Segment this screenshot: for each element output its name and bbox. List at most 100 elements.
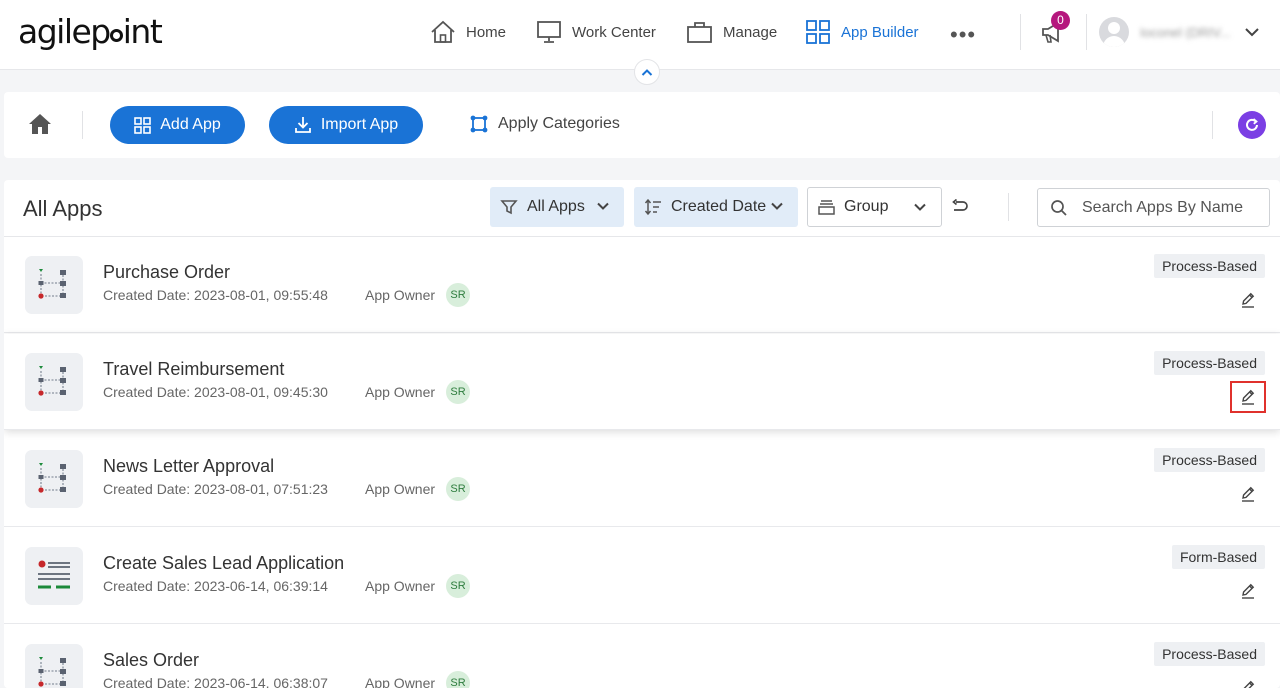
pencil-icon [1242,583,1255,599]
sort-label: Created Date [671,198,767,215]
pencil-icon [1242,486,1255,502]
form-icon [25,547,83,605]
logo-o-icon [109,29,123,42]
download-icon [294,117,311,133]
group-label: Group [844,198,889,215]
app-type-tag: Form-Based [1171,545,1265,569]
monitor-icon [537,21,561,43]
process-icon [25,450,83,508]
home-outline-icon [431,20,455,43]
process-icon [25,353,83,411]
app-owner-label: App Owner [365,384,436,400]
created-date: Created Date: 2023-08-01, 09:55:48 [103,287,328,303]
owner-initials-badge: SR [446,574,470,598]
more-menu-icon[interactable]: ••• [950,22,976,48]
app-name[interactable]: Purchase Order [103,262,230,283]
app-row[interactable]: News Letter Approval Created Date: 2023-… [4,431,1280,527]
user-name[interactable]: Ioconel (DRIV... [1140,25,1231,40]
app-row[interactable]: Purchase Order Created Date: 2023-08-01,… [4,237,1280,333]
refresh-button[interactable] [1238,111,1266,139]
edit-app-button[interactable] [1230,478,1266,510]
nav-home[interactable]: Home [430,18,506,46]
nav-manage-label: Manage [723,23,778,41]
app-owner-label: App Owner [365,675,436,688]
chevron-down-icon [597,202,609,210]
owner-initials-badge: SR [446,283,470,307]
owner-initials-badge: SR [446,671,470,688]
import-app-label: Import App [320,116,399,133]
add-app-button[interactable]: Add App [110,106,245,144]
import-app-button[interactable]: Import App [269,106,423,144]
owner-initials-badge: SR [446,380,470,404]
created-date: Created Date: 2023-08-01, 09:45:30 [103,384,328,400]
group-dropdown[interactable]: Group [807,187,942,227]
panel-divider [1008,193,1009,221]
nav-app-builder[interactable]: App Builder [805,18,919,46]
sort-dropdown[interactable]: Created Date [634,187,798,227]
collapse-header-button[interactable] [634,59,660,85]
app-type-tag: Process-Based [1154,642,1265,666]
app-type-tag: Process-Based [1154,448,1265,472]
nav-divider [1086,14,1087,50]
edit-app-button[interactable] [1230,284,1266,316]
refresh-icon [1246,118,1258,131]
apply-categories-label: Apply Categories [498,115,620,132]
nav-work-center-label: Work Center [572,23,656,41]
nav-app-builder-label: App Builder [841,23,919,41]
categories-icon [470,115,488,133]
search-icon [1051,199,1067,216]
toolbar-divider [1212,111,1213,139]
edit-app-button[interactable] [1230,672,1266,688]
app-name[interactable]: Sales Order [103,650,199,671]
search-box[interactable] [1037,188,1270,227]
agilepoint-logo[interactable]: agilep int [18,12,163,51]
chevron-down-icon [771,202,783,210]
filter-icon [500,200,518,215]
group-icon [818,199,835,215]
search-input[interactable] [1082,198,1252,217]
app-toolbar: Add App Import App Apply Categories [4,92,1280,158]
all-apps-filter-dropdown[interactable]: All Apps [490,187,624,227]
nav-work-center[interactable]: Work Center [536,18,656,46]
app-owner-label: App Owner [365,481,436,497]
nav-home-label: Home [466,23,507,41]
app-owner-label: App Owner [365,287,436,303]
logo-text-start: agilep [18,12,111,51]
edit-app-button[interactable] [1230,575,1266,607]
owner-initials-badge: SR [446,477,470,501]
home-filled-icon [29,114,51,134]
all-apps-panel: All Apps All Apps Created Date Group Pur… [4,180,1280,688]
chevron-down-icon [914,203,926,211]
add-app-label: Add App [160,116,221,133]
chevron-down-icon[interactable] [1244,26,1260,38]
process-icon [25,644,83,688]
created-date: Created Date: 2023-06-14, 06:38:07 [103,675,328,688]
app-row[interactable]: Travel Reimbursement Created Date: 2023-… [4,334,1280,430]
notification-count-badge: 0 [1051,11,1070,30]
toolbar-divider [82,111,83,139]
nav-divider [1020,14,1021,50]
sort-icon [644,198,661,216]
app-name[interactable]: Create Sales Lead Application [103,553,344,574]
app-type-tag: Process-Based [1154,254,1265,278]
page-title: All Apps [23,196,103,221]
reset-filters-button[interactable] [951,198,969,220]
grid-apps-icon [806,20,830,44]
nav-manage[interactable]: Manage [686,18,777,46]
app-row[interactable]: Create Sales Lead Application Created Da… [4,528,1280,624]
home-button[interactable] [28,113,52,140]
apply-categories-button[interactable]: Apply Categories [470,115,620,133]
created-date: Created Date: 2023-06-14, 06:39:14 [103,578,328,594]
app-name[interactable]: News Letter Approval [103,456,274,477]
filter-label: All Apps [527,198,585,215]
app-owner-label: App Owner [365,578,436,594]
app-name[interactable]: Travel Reimbursement [103,359,284,380]
pencil-icon [1242,389,1255,405]
briefcase-icon [687,22,712,43]
app-type-tag: Process-Based [1154,351,1265,375]
created-date: Created Date: 2023-08-01, 07:51:23 [103,481,328,497]
user-avatar[interactable] [1099,17,1129,47]
app-row[interactable]: Sales Order Created Date: 2023-06-14, 06… [4,625,1280,688]
grid-add-icon [134,116,152,134]
edit-app-button[interactable] [1230,381,1266,413]
